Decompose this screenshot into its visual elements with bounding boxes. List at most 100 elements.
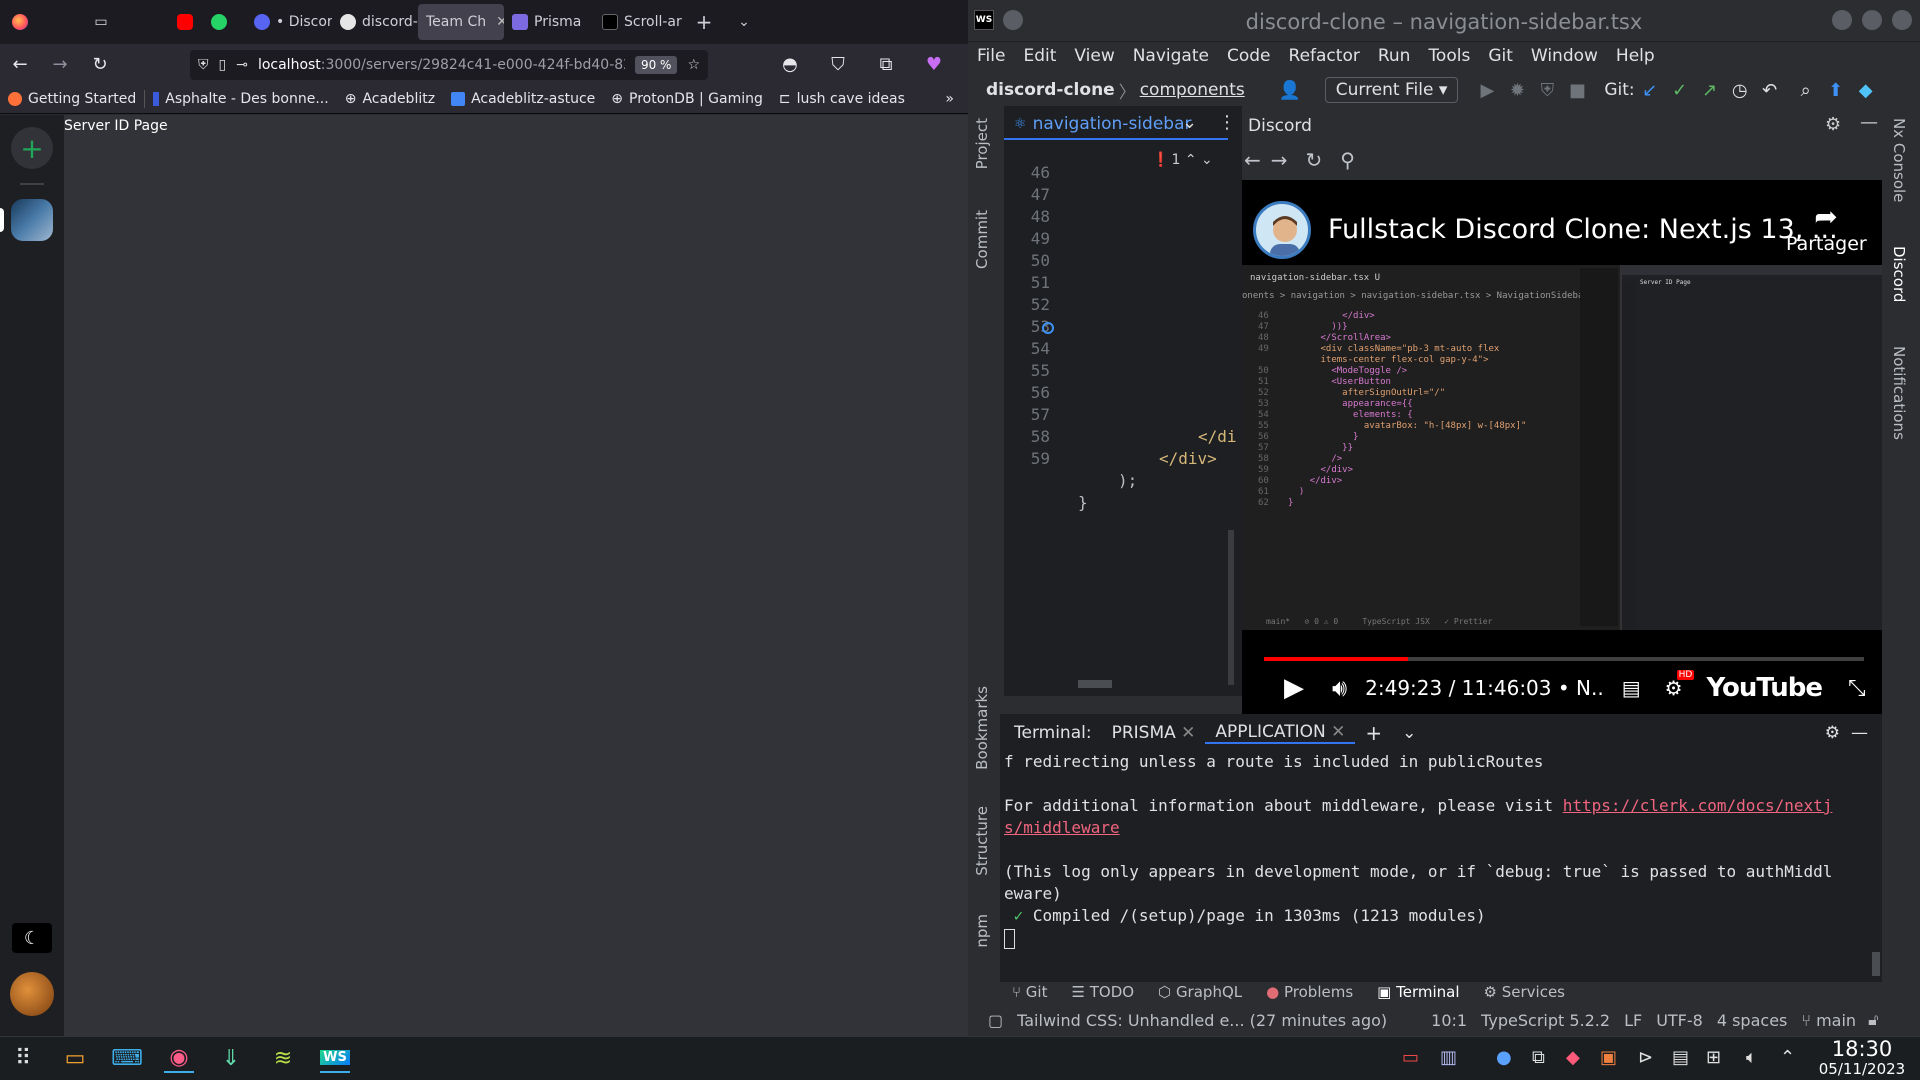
tool-tab-bookmarks[interactable]: Bookmarks xyxy=(973,686,991,770)
breadcrumb-project[interactable]: discord-clone xyxy=(986,80,1115,100)
error-indicator[interactable]: ❗ 1 ⌃ ⌄ xyxy=(1152,152,1213,168)
menu-git[interactable]: Git xyxy=(1479,46,1522,66)
menu-run[interactable]: Run xyxy=(1369,46,1420,66)
private-mask-button[interactable]: ◓ xyxy=(774,48,806,80)
package-tray-icon[interactable]: ⧉ xyxy=(1532,1047,1545,1068)
tool-todo[interactable]: ☰ TODO xyxy=(1071,983,1134,1001)
firefox-taskbar-icon[interactable]: ◉ xyxy=(164,1043,194,1073)
layers-app-icon[interactable]: ≋ xyxy=(268,1043,298,1073)
extension-badge-button[interactable]: ♥ xyxy=(918,48,950,80)
tool-services[interactable]: ⚙ Services xyxy=(1484,983,1566,1001)
bookmark-getting-started[interactable]: Getting Started xyxy=(0,91,144,107)
tool-graphql[interactable]: ⬡ GraphQL xyxy=(1158,983,1242,1001)
user-icon[interactable]: 👤 xyxy=(1275,80,1305,101)
indent-setting[interactable]: 4 spaces xyxy=(1717,1011,1788,1030)
lock-icon[interactable]: 🔓︎ xyxy=(1868,1010,1878,1030)
clock[interactable]: 18:30 05/11/2023 xyxy=(1810,1038,1914,1078)
reload-icon[interactable]: ↻ xyxy=(1306,148,1323,172)
terminal-minimize-icon[interactable]: — xyxy=(1851,723,1868,743)
menu-view[interactable]: View xyxy=(1065,46,1123,66)
terminal-tab-application[interactable]: APPLICATION ✕ xyxy=(1205,722,1356,744)
git-update-icon[interactable]: ↙ xyxy=(1635,80,1665,101)
git-commit-icon[interactable]: ✓ xyxy=(1665,80,1695,101)
menu-edit[interactable]: Edit xyxy=(1014,46,1065,66)
terminal-scrollbar[interactable] xyxy=(1872,952,1880,976)
tool-tab-commit[interactable]: Commit xyxy=(973,210,991,269)
menu-help[interactable]: Help xyxy=(1607,46,1664,66)
terminal-link[interactable]: s/middleware xyxy=(1004,818,1120,837)
clipboard-tray-icon[interactable]: ▤ xyxy=(1672,1047,1689,1068)
app-launcher-icon[interactable]: ⠿ xyxy=(8,1043,38,1073)
caret-position[interactable]: 10:1 xyxy=(1431,1011,1467,1030)
devtools-icon[interactable]: ⚲ xyxy=(1340,148,1355,172)
add-server-button[interactable]: + xyxy=(11,127,53,169)
arrow-left-icon[interactable]: ← xyxy=(1244,148,1261,172)
menu-file[interactable]: File xyxy=(968,46,1014,66)
youtube-logo[interactable]: YouTube xyxy=(1707,673,1823,703)
video-title[interactable]: Fullstack Discord Clone: Next.js 13, ... xyxy=(1328,214,1838,245)
volume-tray-icon[interactable]: 🔈︎ xyxy=(1746,1047,1757,1068)
tab-youtube[interactable] xyxy=(168,4,202,40)
settings-gear-icon[interactable]: ⚙ HD xyxy=(1665,670,1695,700)
bookmark-protondb[interactable]: ⊕ ProtonDB | Gaming xyxy=(603,91,771,107)
tool-tab-structure[interactable]: Structure xyxy=(973,806,991,876)
status-panel-toggle-icon[interactable]: ▢ xyxy=(988,1011,1003,1030)
webstorm-taskbar-icon[interactable]: WS xyxy=(320,1043,350,1073)
channel-avatar[interactable] xyxy=(1253,201,1311,259)
discord-tray-icon[interactable]: ● xyxy=(1496,1047,1512,1068)
zoom-level-button[interactable]: 90 % xyxy=(634,56,678,74)
tab-whatsapp[interactable] xyxy=(202,4,236,40)
more-bookmarks-button[interactable]: » xyxy=(937,91,962,107)
permissions-icon[interactable]: ⊸ xyxy=(236,57,248,73)
minimize-button[interactable] xyxy=(1832,10,1852,30)
bookmark-star-icon[interactable]: ☆ xyxy=(687,57,700,73)
tool-git[interactable]: ⑂ Git xyxy=(1012,983,1047,1001)
implemented-marker-icon[interactable] xyxy=(1042,322,1054,334)
terminal-settings-gear-icon[interactable]: ⚙ xyxy=(1825,723,1840,743)
share-button[interactable]: ➦ Partager xyxy=(1786,200,1867,255)
editor-h-scrollbar[interactable] xyxy=(1078,680,1112,688)
close-icon[interactable]: ✕ xyxy=(1331,722,1345,742)
search-icon[interactable]: ⌕ xyxy=(1791,80,1821,101)
url-text[interactable]: localhost:3000/servers/29824c41-e000-424… xyxy=(258,57,625,73)
forward-button[interactable]: → xyxy=(44,48,76,80)
tool-terminal[interactable]: ▣ Terminal xyxy=(1377,983,1459,1001)
debug-icon[interactable]: ✹ xyxy=(1502,80,1532,101)
back-button[interactable]: ← xyxy=(4,48,36,80)
git-branch-widget[interactable]: ⑂ main xyxy=(1801,1011,1856,1030)
tab-list-chevron-icon[interactable]: ⌄ xyxy=(1182,112,1197,133)
terminal-dropdown-button[interactable]: ⌄ xyxy=(1392,723,1426,743)
panel-settings-gear-icon[interactable]: ⚙ xyxy=(1825,114,1841,135)
tool-tab-npm[interactable]: npm xyxy=(973,914,991,948)
media-tray-icon[interactable]: ⊳ xyxy=(1638,1047,1653,1068)
run-config-select[interactable]: Current File ▾ xyxy=(1324,77,1459,103)
line-separator[interactable]: LF xyxy=(1624,1011,1642,1030)
maximize-button[interactable] xyxy=(1862,10,1882,30)
tab-discord-clone[interactable]: discord- xyxy=(332,4,418,40)
volume-icon[interactable]: 🔊︎ xyxy=(1332,674,1347,702)
exit-fullscreen-icon[interactable]: ⤡ xyxy=(1848,676,1866,701)
extensions-button[interactable]: ⧉ xyxy=(870,48,902,80)
panel-minimize-icon[interactable]: — xyxy=(1860,112,1878,133)
new-terminal-button[interactable]: + xyxy=(1355,721,1392,745)
menu-window[interactable]: Window xyxy=(1522,46,1607,66)
update-icon[interactable]: ⬆ xyxy=(1821,80,1851,101)
mode-toggle-button[interactable]: ☾ xyxy=(12,923,52,953)
status-message[interactable]: Tailwind CSS: Unhandled e... (27 minutes… xyxy=(1017,1011,1387,1030)
terminal-tab-prisma[interactable]: PRISMA ✕ xyxy=(1102,723,1206,743)
tool-tab-notifications[interactable]: Notifications xyxy=(1890,346,1908,440)
menu-tools[interactable]: Tools xyxy=(1419,46,1479,66)
file-manager-icon[interactable]: ▭ xyxy=(60,1043,90,1073)
language-service[interactable]: TypeScript 5.2.2 xyxy=(1481,1011,1610,1030)
arrow-right-icon[interactable]: → xyxy=(1271,148,1288,172)
bookmark-acadeblitz-astuce[interactable]: Acadeblitz-astuce xyxy=(443,91,603,107)
bookmark-asphalte[interactable]: Asphalte - Des bonne... xyxy=(145,91,336,107)
breadcrumb-folder[interactable]: components xyxy=(1140,80,1245,100)
reload-button[interactable]: ↻ xyxy=(84,48,116,80)
tab-list-button[interactable]: ▭ xyxy=(84,4,118,40)
git-push-icon[interactable]: ↗ xyxy=(1695,80,1725,101)
app-tray-icon[interactable]: ◆ xyxy=(1566,1047,1580,1068)
menu-code[interactable]: Code xyxy=(1218,46,1280,66)
menu-refactor[interactable]: Refactor xyxy=(1280,46,1369,66)
close-icon[interactable]: ✕ xyxy=(1181,723,1195,743)
